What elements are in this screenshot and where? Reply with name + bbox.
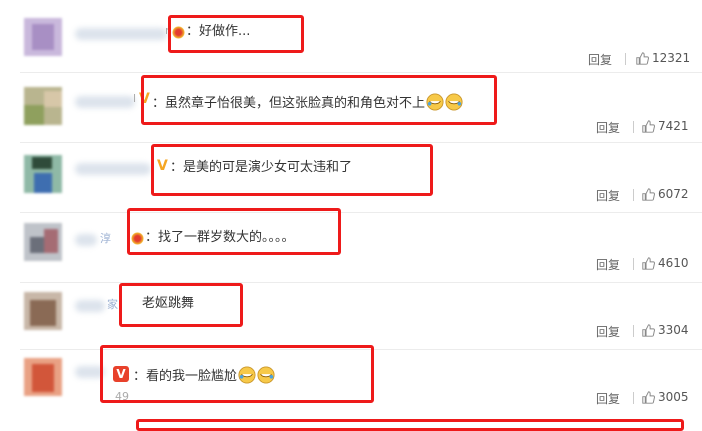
like-button[interactable]: 4610 <box>642 256 689 270</box>
thumbs-up-icon <box>642 119 655 133</box>
comment-row: V ：看的我一脸尴尬 49 回复 3005 <box>0 345 702 431</box>
highlight-box <box>141 75 497 125</box>
like-button[interactable]: 3304 <box>642 323 689 337</box>
reply-button[interactable]: 回复 <box>596 187 620 204</box>
like-button[interactable]: 12321 <box>636 51 690 65</box>
separator <box>633 325 634 337</box>
username-blurred[interactable] <box>75 163 151 175</box>
reply-button[interactable]: 回复 <box>588 51 612 68</box>
like-button[interactable]: 3005 <box>642 390 689 404</box>
highlight-box <box>151 144 433 196</box>
like-button[interactable]: 7421 <box>642 119 689 133</box>
like-button[interactable]: 6072 <box>642 187 689 201</box>
username-fragment: l <box>133 92 137 105</box>
thumbs-up-icon <box>642 187 655 201</box>
comment-row: V ：是美的可是演少女可太违和了 回复 6072 <box>0 143 702 213</box>
like-count: 3005 <box>658 390 689 404</box>
avatar[interactable] <box>24 292 62 330</box>
highlight-box <box>168 15 304 53</box>
username-blurred[interactable] <box>75 96 135 108</box>
username-blurred[interactable] <box>75 28 167 40</box>
separator <box>633 121 634 133</box>
username-fragment: 家 <box>107 298 118 311</box>
separator <box>633 258 634 270</box>
thumbs-up-icon <box>642 323 655 337</box>
separator <box>625 53 626 65</box>
highlight-box <box>100 345 374 403</box>
like-count: 4610 <box>658 256 689 270</box>
avatar[interactable] <box>24 223 62 261</box>
reply-button[interactable]: 回复 <box>596 256 620 273</box>
separator <box>633 392 634 404</box>
avatar[interactable] <box>24 18 62 56</box>
avatar[interactable] <box>24 358 62 396</box>
reply-button[interactable]: 回复 <box>596 390 620 407</box>
highlight-box <box>119 283 243 327</box>
like-count: 7421 <box>658 119 689 133</box>
comment-row: n ：好做作... 回复 12321 <box>0 0 702 73</box>
comment-row: l V ：虽然章子怡很美，但这张脸真的和角色对不上 回复 7421 <box>0 73 702 143</box>
thumbs-up-icon <box>636 51 649 65</box>
highlight-box <box>127 208 341 255</box>
highlight-box-partial <box>136 419 684 431</box>
avatar[interactable] <box>24 155 62 193</box>
separator <box>633 189 634 201</box>
thumbs-up-icon <box>642 390 655 404</box>
thumbs-up-icon <box>642 256 655 270</box>
like-count: 6072 <box>658 187 689 201</box>
comment-row: 淳 ：找了一群岁数大的。。。。 回复 4610 <box>0 208 702 283</box>
reply-button[interactable]: 回复 <box>596 119 620 136</box>
reply-button[interactable]: 回复 <box>596 323 620 340</box>
comment-row: 家 老妪跳舞 回复 3304 <box>0 283 702 350</box>
username-fragment: 淳 <box>100 232 111 245</box>
avatar[interactable] <box>24 87 62 125</box>
username-blurred[interactable] <box>75 234 97 246</box>
like-count: 3304 <box>658 323 689 337</box>
username-blurred[interactable] <box>75 300 105 312</box>
like-count: 12321 <box>652 51 691 65</box>
